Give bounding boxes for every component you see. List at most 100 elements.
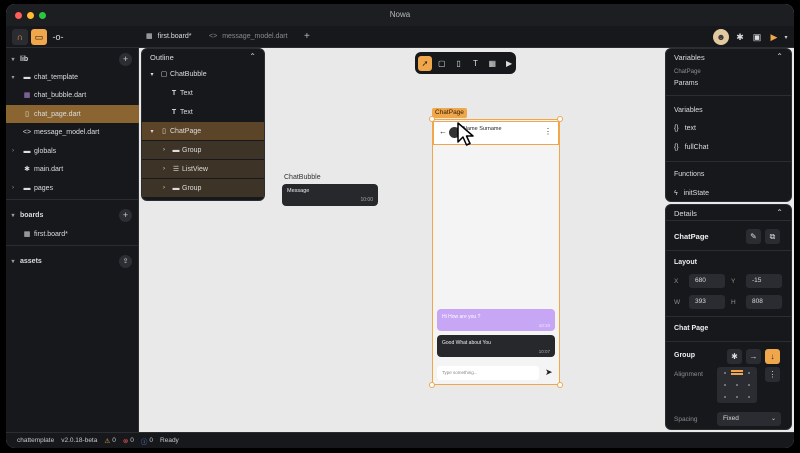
divider	[666, 250, 791, 251]
bubble-message-text: Hi How are you ?	[442, 314, 481, 320]
open-external-icon[interactable]: ⧉	[765, 229, 780, 244]
sidebar-item-label: chat_page.dart	[34, 110, 81, 118]
chevron-down-icon[interactable]: ▾	[778, 29, 794, 45]
save-icon[interactable]: ▣	[749, 29, 765, 45]
outline-item-label: ChatPage	[170, 127, 202, 135]
add-file-button[interactable]: +	[119, 53, 132, 66]
tab-message-model[interactable]: <> message_model.dart	[209, 26, 288, 48]
resize-handle[interactable]	[429, 382, 435, 388]
chevron-down-icon: ▾	[11, 74, 15, 81]
more-vert-icon[interactable]: ⋮	[765, 367, 780, 382]
avatar[interactable]: ☻	[713, 29, 729, 45]
outline-item-text[interactable]: T Text	[142, 103, 264, 121]
minimize-window-button[interactable]	[27, 12, 34, 19]
params-label[interactable]: Params	[674, 80, 698, 87]
outline-item-listview[interactable]: › ☰ ListView	[142, 160, 264, 178]
panel-title: Outline	[150, 53, 174, 62]
input-placeholder: Type something...	[442, 370, 478, 375]
alignment-grid[interactable]	[717, 367, 757, 403]
sidebar-item-first-board[interactable]: ▦ first.board*	[6, 225, 139, 243]
git-commit-icon[interactable]: -o-	[50, 29, 66, 45]
folder-icon: ▬	[23, 184, 31, 192]
upload-asset-button[interactable]: ⇪	[119, 255, 132, 268]
add-board-button[interactable]: +	[119, 209, 132, 222]
w-label: W	[674, 299, 681, 306]
chevron-down-icon: ▾	[11, 212, 15, 219]
sidebar-item-chat-page[interactable]: ▯ chat_page.dart	[6, 105, 139, 123]
section-label: assets	[20, 257, 42, 265]
w-field[interactable]: 393	[689, 295, 725, 309]
nowa-logo-icon[interactable]: ∩	[12, 29, 28, 45]
divider	[6, 245, 139, 246]
outline-item-text[interactable]: T Text	[142, 84, 264, 102]
alignment-label: Alignment	[674, 371, 703, 378]
play-tool-icon[interactable]: ▶	[502, 56, 516, 71]
sidebar-item-chat-bubble[interactable]: ▦ chat_bubble.dart	[6, 86, 139, 104]
sidebar-item-main-dart[interactable]: ✱ main.dart	[6, 160, 139, 178]
close-window-button[interactable]	[15, 12, 22, 19]
spacing-select[interactable]: Fixed ⌄	[717, 412, 781, 426]
chevron-down-icon: ▾	[150, 128, 154, 135]
info-count[interactable]: 0	[149, 437, 153, 444]
sidebar-item-label: first.board*	[34, 230, 68, 238]
pointer-tool-icon[interactable]: ➚	[418, 55, 432, 71]
chat-bubble-received: Good What about You 10:07	[437, 335, 555, 357]
function-label: initState	[683, 190, 710, 197]
phone-icon: ▯	[162, 128, 166, 135]
grid-tool-icon[interactable]: ▦	[485, 56, 499, 71]
wrap-icon[interactable]: ✱	[727, 349, 742, 364]
add-tab-button[interactable]: +	[304, 26, 310, 48]
outline-item-group[interactable]: › ▬ Group	[142, 141, 264, 159]
sidebar-item-chat-template[interactable]: ▾ ▬ chat_template	[6, 68, 139, 86]
sidebar-item-pages[interactable]: › ▬ pages	[6, 179, 139, 197]
tab-first-board[interactable]: ▦ first.board*	[146, 26, 191, 48]
top-toolbar: ∩ ▭ -o- ▦ first.board* <> message_model.…	[6, 26, 794, 48]
outline-item-chatpage[interactable]: ▾ ▯ ChatPage	[142, 122, 264, 140]
maximize-window-button[interactable]	[39, 12, 46, 19]
sidebar-item-message-model[interactable]: <> message_model.dart	[6, 123, 139, 141]
version-label: v2.0.18-beta	[61, 437, 98, 444]
widget-name: ChatPage	[674, 232, 709, 241]
arrow-down-icon[interactable]: ↓	[765, 349, 780, 364]
outline-item-group[interactable]: › ▬ Group	[142, 179, 264, 197]
text-tool-icon[interactable]: T	[468, 56, 482, 71]
section-label: Chat Page	[674, 325, 709, 332]
gear-icon[interactable]: ✱	[732, 29, 748, 45]
chat-app-bar[interactable]: ← Name Surname ⋮	[433, 121, 559, 145]
board-icon: ▦	[23, 231, 31, 238]
arrow-right-icon[interactable]: →	[746, 349, 761, 364]
send-icon[interactable]: ➤	[545, 367, 553, 378]
warning-count[interactable]: 0	[112, 437, 116, 444]
h-field[interactable]: 808	[746, 295, 782, 309]
chatbubble-preview[interactable]: Message 10:00	[282, 184, 378, 206]
more-vert-icon[interactable]: ⋮	[544, 127, 552, 136]
message-input[interactable]: Type something...	[437, 366, 539, 380]
back-arrow-icon[interactable]: ←	[439, 127, 447, 136]
status-text: Ready	[160, 437, 179, 444]
outline-item-chatbubble[interactable]: ▾ ▢ ChatBubble	[142, 65, 264, 83]
frame-tool-icon[interactable]: ▢	[435, 56, 449, 71]
resize-handle[interactable]	[429, 116, 435, 122]
chevron-up-icon[interactable]: ⌃	[776, 52, 783, 61]
y-field[interactable]: -15	[746, 274, 782, 288]
folder-icon[interactable]: ▭	[31, 29, 47, 45]
y-label: Y	[731, 278, 736, 285]
resize-handle[interactable]	[557, 382, 563, 388]
phone-tool-icon[interactable]: ▯	[452, 56, 466, 71]
chevron-right-icon: ›	[163, 166, 165, 172]
warning-icon: ⚠	[104, 437, 111, 445]
error-count[interactable]: 0	[130, 437, 134, 444]
chevron-up-icon[interactable]: ⌃	[249, 52, 256, 61]
variable-item-fullchat[interactable]: {} fullChat	[674, 144, 708, 151]
x-field[interactable]: 680	[689, 274, 725, 288]
chatpage-phone-frame[interactable]: ← Name Surname ⋮ Hi How are you ? 10:10 …	[432, 119, 560, 385]
resize-handle[interactable]	[557, 116, 563, 122]
text-icon: T	[171, 108, 177, 116]
chatpage-frame-tag[interactable]: ChatPage	[432, 108, 467, 118]
function-item-initstate[interactable]: ϟ initState	[674, 190, 709, 197]
chevron-up-icon[interactable]: ⌃	[776, 208, 783, 217]
sidebar-item-globals[interactable]: › ▬ globals	[6, 142, 139, 160]
variable-item-text[interactable]: {} text	[674, 125, 696, 132]
edit-icon[interactable]: ✎	[746, 229, 761, 244]
chevron-down-icon: ▾	[150, 71, 154, 78]
